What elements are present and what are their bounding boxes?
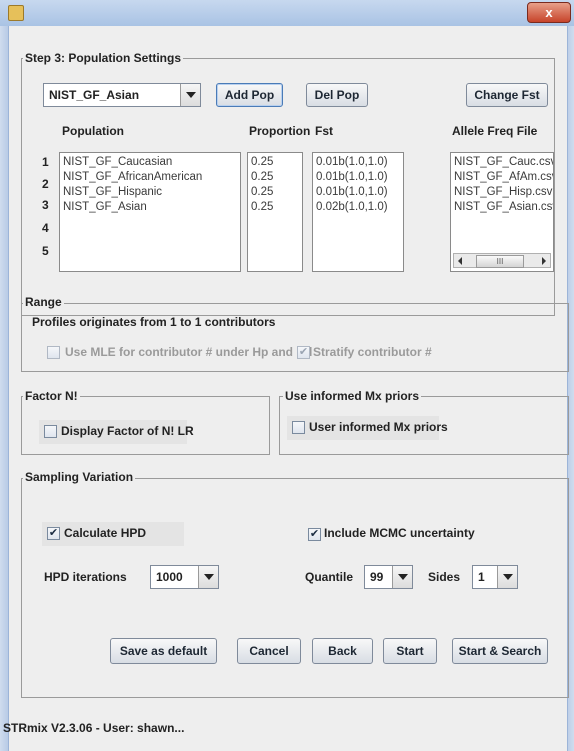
sampling-variation-legend: Sampling Variation: [23, 470, 136, 484]
list-item[interactable]: NIST_GF_Hisp.csv: [454, 185, 552, 200]
list-item[interactable]: 0.25: [251, 170, 273, 185]
display-factor-checkbox[interactable]: [44, 425, 57, 438]
quantile-label: Quantile: [305, 570, 354, 584]
user-informed-checkbox[interactable]: [292, 421, 305, 434]
row-number: 2: [42, 177, 49, 191]
allele-freq-column-header: Allele Freq File: [452, 124, 538, 138]
stratify-label: Stratify contributor #: [313, 345, 432, 359]
dialog-client-area: Step 3: Population Settings NIST_GF_Asia…: [3, 26, 569, 751]
hpd-iterations-label: HPD iterations: [44, 570, 127, 584]
proportion-column-header: Proportion: [249, 124, 311, 138]
hpd-iterations-value: 1000: [156, 570, 183, 584]
population-column-header: Population: [62, 124, 124, 138]
list-item[interactable]: NIST_GF_Caucasian: [63, 155, 172, 170]
profiles-prefix: Profiles originates from: [32, 315, 167, 329]
factor-n-checkbox-area[interactable]: Display Factor of N! LR: [39, 420, 194, 444]
population-list[interactable]: NIST_GF_Caucasian NIST_GF_AfricanAmerica…: [59, 152, 241, 272]
range-legend: Range: [23, 295, 64, 309]
add-pop-button[interactable]: Add Pop: [216, 83, 283, 107]
row-number: 4: [42, 221, 49, 235]
contributors-from: 1: [170, 315, 177, 329]
sides-value: 1: [478, 570, 485, 584]
status-bar-text: STRmix V2.3.06 - User: shawn...: [3, 721, 185, 735]
calc-hpd-checkbox[interactable]: ✔: [47, 527, 60, 540]
scroll-left-icon[interactable]: [458, 257, 462, 265]
title-bar[interactable]: x: [0, 0, 574, 27]
factor-n-legend: Factor N!: [23, 389, 80, 403]
include-mcmc-label: Include MCMC uncertainty: [324, 526, 475, 540]
calc-hpd-checkbox-area[interactable]: ✔ Calculate HPD: [42, 522, 184, 546]
list-item[interactable]: NIST_GF_Cauc.csv: [454, 155, 553, 170]
list-item[interactable]: 0.25: [251, 155, 273, 170]
stratify-checkbox[interactable]: ✔: [297, 346, 310, 359]
allele-freq-list[interactable]: NIST_GF_Cauc.csv NIST_GF_AfAm.csv NIST_G…: [450, 152, 554, 272]
profiles-contributors-text: Profiles originates from 1 to 1 contribu…: [32, 315, 275, 329]
quantile-value: 99: [370, 570, 384, 584]
include-mcmc-checkbox[interactable]: ✔: [308, 528, 321, 541]
to-word: to: [180, 315, 192, 329]
row-number: 3: [42, 198, 49, 212]
chevron-down-icon[interactable]: [497, 566, 517, 588]
list-item[interactable]: NIST_GF_Asian.csv: [454, 200, 553, 215]
scroll-thumb[interactable]: III: [476, 255, 524, 268]
change-fst-button[interactable]: Change Fst: [466, 83, 548, 107]
user-informed-label: User informed Mx priors: [309, 420, 448, 434]
chevron-down-icon[interactable]: [198, 566, 218, 588]
mx-priors-checkbox-area[interactable]: User informed Mx priors: [287, 416, 448, 440]
java-cup-icon: [8, 5, 24, 21]
list-item[interactable]: NIST_GF_Hispanic: [63, 185, 162, 200]
list-item[interactable]: 0.25: [251, 200, 273, 215]
population-select[interactable]: NIST_GF_Asian: [43, 83, 201, 107]
row-number: 5: [42, 244, 49, 258]
contributors-suffix: contributors: [204, 315, 276, 329]
start-button[interactable]: Start: [383, 638, 437, 664]
calc-hpd-label: Calculate HPD: [64, 526, 147, 540]
del-pop-button[interactable]: Del Pop: [306, 83, 368, 107]
fst-list[interactable]: 0.01b(1.0,1.0) 0.01b(1.0,1.0) 0.01b(1.0,…: [312, 152, 404, 272]
population-select-value: NIST_GF_Asian: [49, 88, 140, 102]
window-left-frame: [0, 26, 8, 751]
fst-column-header: Fst: [315, 124, 333, 138]
quantile-select[interactable]: 99: [364, 565, 413, 589]
display-factor-label: Display Factor of N! LR: [61, 424, 194, 438]
population-settings-legend: Step 3: Population Settings: [23, 51, 184, 65]
hpd-iterations-select[interactable]: 1000: [150, 565, 219, 589]
list-item[interactable]: NIST_GF_AfricanAmerican: [63, 170, 202, 185]
use-mle-checkbox[interactable]: [47, 346, 60, 359]
list-item[interactable]: 0.01b(1.0,1.0): [316, 170, 388, 185]
list-item[interactable]: 0.25: [251, 185, 273, 200]
list-item[interactable]: 0.01b(1.0,1.0): [316, 155, 388, 170]
list-item[interactable]: 0.02b(1.0,1.0): [316, 200, 388, 215]
chevron-down-icon[interactable]: [392, 566, 412, 588]
sides-label: Sides: [428, 570, 461, 584]
horizontal-scrollbar[interactable]: III: [453, 253, 551, 268]
mx-priors-legend: Use informed Mx priors: [283, 389, 422, 403]
use-mle-label: Use MLE for contributor # under Hp and H…: [65, 345, 313, 359]
close-button[interactable]: x: [527, 2, 571, 23]
save-as-default-button[interactable]: Save as default: [110, 638, 217, 664]
cancel-button[interactable]: Cancel: [237, 638, 301, 664]
list-item[interactable]: NIST_GF_Asian: [63, 200, 147, 215]
range-group: [21, 303, 569, 372]
start-and-search-button[interactable]: Start & Search: [452, 638, 548, 664]
list-item[interactable]: 0.01b(1.0,1.0): [316, 185, 388, 200]
row-number: 1: [42, 155, 49, 169]
chevron-down-icon[interactable]: [180, 84, 200, 106]
contributors-to: 1: [194, 315, 202, 329]
list-item[interactable]: NIST_GF_AfAm.csv: [454, 170, 553, 185]
scroll-right-icon[interactable]: [542, 257, 546, 265]
back-button[interactable]: Back: [312, 638, 373, 664]
proportion-list[interactable]: 0.25 0.25 0.25 0.25: [247, 152, 303, 272]
sides-select[interactable]: 1: [472, 565, 518, 589]
